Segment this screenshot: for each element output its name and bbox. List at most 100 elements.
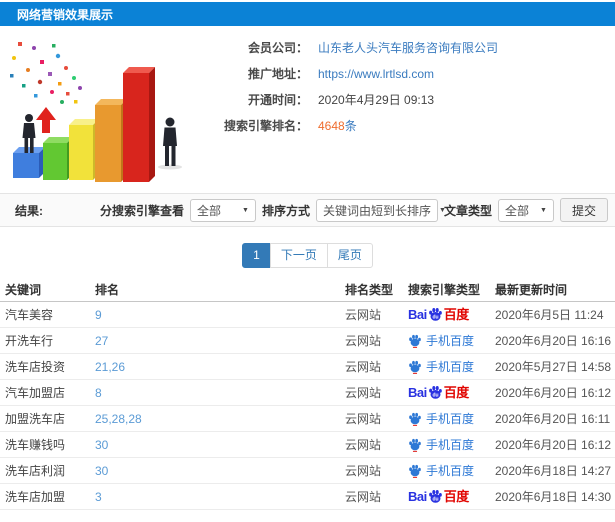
dropdown-arrow-icon: ▼	[540, 206, 547, 214]
rank-type-cell: 云网站	[345, 334, 382, 348]
rank-type-cell: 云网站	[345, 360, 382, 374]
page-1[interactable]: 1	[242, 243, 271, 268]
mobile-baidu-paw-icon	[409, 412, 421, 426]
updated-cell: 2020年6月20日 16:12	[495, 386, 612, 400]
engine-cell: Baidu百度 手机百度	[408, 410, 495, 427]
mobile-baidu-paw-icon	[409, 360, 421, 374]
mobile-baidu-paw-icon	[409, 334, 421, 348]
member-company-label: 会员公司：	[247, 41, 308, 55]
bar-orange	[95, 99, 127, 182]
info-section: 会员公司： 山东老人头汽车服务咨询有限公司 推广地址： https://www.…	[0, 26, 615, 190]
header-rank-type: 排名类型	[345, 283, 394, 297]
rank-type-cell: 云网站	[345, 412, 382, 426]
engine-rank-value: 4648条	[318, 118, 357, 135]
article-type-value: 全部	[504, 203, 529, 218]
mobile-baidu-badge: 手机百度	[408, 332, 495, 349]
table-header-row: 关键词 排名 排名类型 搜索引擎类型 最新更新时间	[0, 278, 615, 302]
company-details: 会员公司： 山东老人头汽车服务咨询有限公司 推广地址： https://www.…	[188, 30, 498, 190]
rank-count: 4648	[318, 119, 345, 133]
rank-cell[interactable]: 30	[95, 438, 345, 452]
keyword-rank-table: 关键词 排名 排名类型 搜索引擎类型 最新更新时间 汽车美容 9 云网站 Bai…	[0, 278, 615, 510]
businessman-right	[158, 117, 182, 170]
article-type-label: 文章类型	[443, 203, 492, 218]
rank-cell[interactable]: 27	[95, 334, 345, 348]
up-arrow-icon	[36, 107, 56, 133]
baidu-logo: Bai du 百度	[408, 307, 469, 322]
bar-green	[43, 137, 73, 180]
updated-cell: 2020年6月20日 16:11	[495, 412, 611, 426]
confetti-dots	[10, 42, 82, 104]
engine-cell: Baidu百度 手机百度	[408, 489, 495, 504]
open-time-value: 2020年4月29日 09:13	[318, 93, 435, 107]
engine-cell: Baidu百度 手机百度	[408, 385, 495, 400]
keyword-cell: 加盟洗车店	[5, 412, 66, 426]
updated-cell: 2020年6月5日 11:24	[495, 308, 604, 322]
rank-unit: 条	[344, 119, 357, 133]
promo-url-label: 推广地址：	[247, 67, 308, 81]
engine-view-label: 分搜索引擎查看	[99, 203, 184, 218]
last-page-button[interactable]: 尾页	[326, 243, 373, 268]
updated-cell: 2020年6月20日 16:12	[495, 438, 612, 452]
updated-cell: 2020年6月20日 16:16	[495, 334, 612, 348]
submit-button[interactable]: 提交	[559, 198, 608, 222]
baidu-paw-icon: du	[428, 490, 442, 503]
engine-cell: Baidu百度 手机百度	[408, 358, 495, 375]
rank-cell[interactable]: 3	[95, 490, 345, 504]
engine-filter-select[interactable]: 全部 ▼	[189, 198, 256, 222]
sort-select[interactable]: 关键词由短到长排序 ▼	[315, 198, 446, 222]
keyword-cell: 洗车赚钱吗	[5, 438, 66, 452]
keyword-cell: 汽车美容	[5, 308, 54, 322]
bar-chart-illustration	[0, 30, 188, 190]
rank-cell[interactable]: 21,26	[95, 360, 345, 374]
bar-red	[123, 67, 155, 182]
result-label: 结果:	[15, 203, 43, 218]
results-filter-bar: 结果: 分搜索引擎查看 全部 ▼ 排序方式 关键词由短到长排序 ▼ 文章类型 全…	[0, 193, 615, 227]
header-engine: 搜索引擎类型	[408, 283, 481, 297]
table-body: 汽车美容 9 云网站 Baidu百度 手机百度 2020年6月5日 11:24 …	[0, 302, 615, 510]
updated-cell: 2020年5月27日 14:58	[495, 360, 612, 374]
app-header: 网络营销效果展示	[0, 2, 615, 26]
header-updated: 最新更新时间	[495, 283, 568, 297]
article-type-select[interactable]: 全部 ▼	[497, 198, 554, 222]
rank-type-cell: 云网站	[345, 438, 382, 452]
mobile-baidu-badge: 手机百度	[408, 462, 495, 479]
promo-url-link[interactable]: https://www.lrtlsd.com	[318, 66, 434, 83]
rank-type-cell: 云网站	[345, 308, 382, 322]
engine-filter-value: 全部	[196, 203, 221, 218]
pagination: 1 下一页 尾页	[0, 243, 615, 268]
table-row: 汽车加盟店 8 云网站 Baidu百度 手机百度 2020年6月20日 16:1…	[0, 380, 615, 406]
rank-cell[interactable]: 8	[95, 386, 345, 400]
page-title: 网络营销效果展示	[17, 7, 114, 22]
table-row: 加盟洗车店 25,28,28 云网站 Baidu百度 手机百度 2020年6月2…	[0, 406, 615, 432]
next-page-button[interactable]: 下一页	[269, 243, 328, 268]
keyword-cell: 洗车店加盟	[5, 490, 66, 504]
table-row: 汽车美容 9 云网站 Baidu百度 手机百度 2020年6月5日 11:24	[0, 302, 615, 328]
keyword-cell: 洗车店利润	[5, 464, 66, 478]
engine-cell: Baidu百度 手机百度	[408, 436, 495, 453]
engine-cell: Baidu百度 手机百度	[408, 332, 495, 349]
baidu-logo: Bai du 百度	[408, 385, 469, 400]
rank-cell[interactable]: 30	[95, 464, 345, 478]
mobile-baidu-badge: 手机百度	[408, 410, 495, 427]
svg-text:du: du	[432, 496, 438, 502]
mobile-baidu-badge: 手机百度	[408, 436, 495, 453]
keyword-cell: 洗车店投资	[5, 360, 66, 374]
rank-type-cell: 云网站	[345, 464, 382, 478]
table-row: 洗车店加盟 3 云网站 Baidu百度 手机百度 2020年6月18日 14:3…	[0, 484, 615, 510]
updated-cell: 2020年6月18日 14:27	[495, 464, 612, 478]
keyword-cell: 汽车加盟店	[5, 386, 66, 400]
rank-type-cell: 云网站	[345, 490, 382, 504]
baidu-paw-icon: du	[428, 386, 442, 399]
member-company-link[interactable]: 山东老人头汽车服务咨询有限公司	[318, 40, 498, 57]
mobile-baidu-badge: 手机百度	[408, 358, 495, 375]
engine-cell: Baidu百度 手机百度	[408, 307, 495, 322]
mobile-baidu-paw-icon	[409, 438, 421, 452]
baidu-logo: Bai du 百度	[408, 489, 469, 504]
updated-cell: 2020年6月18日 14:30	[495, 490, 612, 504]
table-row: 洗车店投资 21,26 云网站 Baidu百度 手机百度 2020年5月27日 …	[0, 354, 615, 380]
rank-type-cell: 云网站	[345, 386, 382, 400]
rank-cell[interactable]: 9	[95, 308, 345, 322]
bar-yellow	[69, 119, 99, 180]
rank-cell[interactable]: 25,28,28	[95, 412, 345, 426]
header-rank: 排名	[95, 283, 120, 297]
